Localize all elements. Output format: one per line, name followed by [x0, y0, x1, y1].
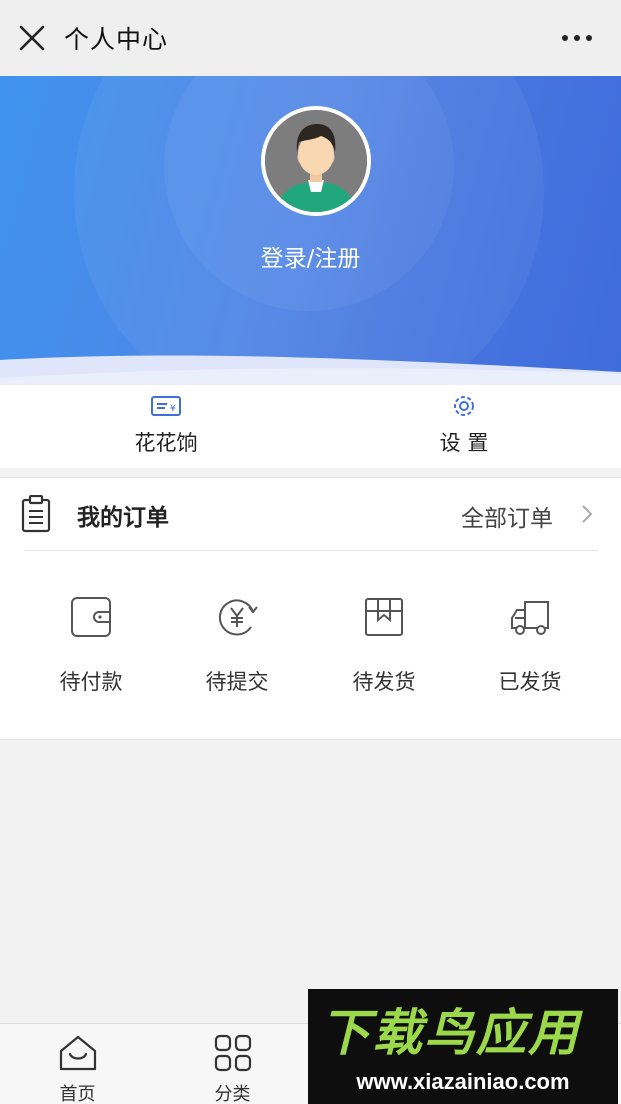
avatar-icon — [265, 110, 367, 212]
page-title: 个人中心 — [64, 25, 169, 54]
truck-icon — [511, 601, 549, 635]
order-status-pending-payment[interactable]: 待付款 — [36, 596, 146, 696]
quick-action-settings[interactable]: 设 置 — [344, 385, 584, 468]
order-status-label: 待付款 — [59, 670, 123, 694]
top-bar: 个人中心 — [0, 0, 621, 76]
order-status-label: 已发货 — [498, 670, 562, 694]
home-icon — [59, 1035, 97, 1071]
watermark: 下载鸟应用 www.xiazainiao.com — [308, 989, 618, 1104]
tab-label: 首页 — [59, 1084, 96, 1104]
tab-category[interactable]: 分类 — [155, 1024, 310, 1104]
gear-icon — [454, 396, 474, 416]
orders-header[interactable]: 我的订单 全部订单 — [0, 478, 621, 550]
grid-icon — [214, 1034, 252, 1072]
watermark-brand: 下载鸟应用 — [320, 1004, 580, 1062]
ticket-icon: ¥ — [151, 396, 181, 416]
tab-home[interactable]: 首页 — [0, 1024, 155, 1104]
yen-refresh-icon — [218, 599, 258, 636]
order-status-shipped[interactable]: 已发货 — [475, 596, 585, 696]
orders-section: 我的订单 全部订单 待付款 待提交 待发货 已发货 — [0, 477, 621, 740]
quick-actions: ¥ 花花饷 设 置 — [0, 385, 621, 468]
chevron-right-icon — [582, 505, 593, 523]
divider — [24, 550, 598, 551]
more-icon[interactable] — [561, 30, 593, 46]
package-icon — [365, 598, 403, 636]
tab-label: 分类 — [214, 1084, 251, 1104]
close-icon[interactable] — [18, 24, 46, 52]
quick-action-huahua[interactable]: ¥ 花花饷 — [46, 385, 286, 468]
quick-action-label: 设 置 — [439, 431, 489, 455]
wallet-icon — [71, 597, 111, 637]
profile-header: 登录/注册 — [0, 76, 621, 396]
watermark-url: www.xiazainiao.com — [356, 1069, 570, 1094]
quick-action-label: 花花饷 — [134, 431, 198, 455]
order-status-pending-submit[interactable]: 待提交 — [182, 596, 292, 696]
login-register-link[interactable]: 登录/注册 — [0, 239, 621, 273]
orders-title: 我的订单 — [77, 505, 169, 531]
order-status-awaiting-shipment[interactable]: 待发货 — [329, 596, 439, 696]
clipboard-icon — [21, 495, 51, 533]
all-orders-link[interactable]: 全部订单 — [461, 499, 553, 533]
order-status-label: 待提交 — [205, 670, 269, 694]
order-status-label: 待发货 — [352, 670, 416, 694]
avatar[interactable] — [261, 106, 371, 216]
svg-text:¥: ¥ — [170, 404, 176, 414]
